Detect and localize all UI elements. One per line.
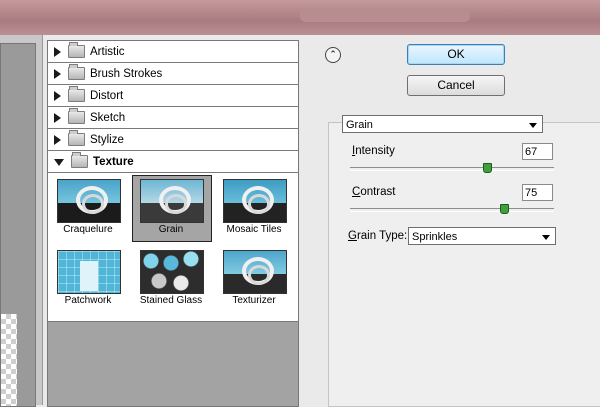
thumbnail-label: Mosaic Tiles: [226, 224, 282, 235]
grain-type-select-value: Sprinkles: [412, 231, 458, 243]
contrast-slider[interactable]: [350, 208, 554, 212]
folder-icon: [68, 130, 85, 146]
settings-area: ⌃ OK Cancel Grain Intensity 67 Contrast …: [310, 40, 600, 407]
filter-browser: Artistic Brush Strokes Distort Sketch St…: [47, 40, 299, 407]
expand-triangle-icon[interactable]: [54, 90, 61, 101]
thumbnail-mosaic-tiles[interactable]: Mosaic Tiles: [214, 175, 294, 245]
preview-image[interactable]: [0, 43, 36, 407]
folder-icon: [68, 42, 85, 58]
thumbnail-image: [140, 250, 204, 294]
thumbnail-stained-glass[interactable]: Stained Glass: [131, 246, 211, 316]
grain-type-select[interactable]: Sprinkles: [408, 227, 556, 245]
ok-button[interactable]: OK: [407, 44, 505, 65]
thumbnail-image: [223, 179, 287, 223]
intensity-field[interactable]: 67: [522, 143, 553, 160]
category-stylize[interactable]: Stylize: [48, 129, 298, 151]
intensity-slider-thumb[interactable]: [483, 163, 493, 173]
thumbnail-patchwork[interactable]: Patchwork: [48, 246, 128, 316]
dialog-title-bar: [0, 0, 600, 35]
expand-triangle-icon[interactable]: [54, 68, 61, 79]
thumbnail-texturizer[interactable]: Texturizer: [214, 246, 294, 316]
thumbnail-image: [223, 250, 287, 294]
category-label: Sketch: [90, 111, 126, 124]
dropdown-arrow-icon: [529, 123, 537, 128]
category-label: Brush Strokes: [90, 67, 163, 80]
contrast-field[interactable]: 75: [522, 184, 553, 201]
thumbnail-label: Stained Glass: [139, 295, 203, 306]
thumbnail-label: Grain: [158, 224, 184, 235]
double-chevron-up-icon[interactable]: ⌃: [325, 47, 341, 63]
folder-icon: [68, 64, 85, 80]
contrast-slider-thumb[interactable]: [499, 204, 509, 214]
folder-open-icon: [71, 152, 88, 168]
category-texture[interactable]: Texture: [48, 151, 298, 173]
category-sketch[interactable]: Sketch: [48, 107, 298, 129]
filter-settings-panel: Grain Intensity 67 Contrast 75 Grain Typ…: [328, 115, 600, 407]
category-brush-strokes[interactable]: Brush Strokes: [48, 63, 298, 85]
expand-triangle-icon[interactable]: [54, 112, 61, 123]
dropdown-arrow-icon: [542, 235, 550, 240]
category-label: Artistic: [90, 45, 125, 58]
intensity-label: Intensity: [352, 145, 395, 157]
category-artistic[interactable]: Artistic: [48, 41, 298, 63]
folder-icon: [68, 86, 85, 102]
thumbnail-label: Texturizer: [232, 295, 276, 306]
thumbnail-image: [140, 179, 204, 223]
thumbnail-image: [57, 179, 121, 223]
folder-icon: [68, 108, 85, 124]
grain-type-label: Grain Type:: [348, 230, 408, 242]
category-label: Texture: [93, 155, 134, 168]
thumbnail-label: Craquelure: [63, 224, 113, 235]
thumbnail-image: [57, 250, 121, 294]
thumbnail-grain[interactable]: Grain: [131, 175, 212, 245]
transparency-checkerboard: [1, 314, 17, 406]
expand-triangle-icon[interactable]: [54, 134, 61, 145]
category-distort[interactable]: Distort: [48, 85, 298, 107]
thumbnail-label: Patchwork: [64, 295, 112, 306]
thumbnail-craquelure[interactable]: Craquelure: [48, 175, 128, 245]
cancel-button[interactable]: Cancel: [407, 75, 505, 96]
filter-select[interactable]: Grain: [342, 115, 543, 133]
intensity-slider[interactable]: [350, 167, 554, 171]
category-label: Distort: [90, 89, 124, 102]
filter-select-value: Grain: [346, 119, 373, 131]
contrast-label: Contrast: [352, 186, 396, 198]
collapse-triangle-icon[interactable]: [54, 159, 64, 166]
category-label: Stylize: [90, 133, 124, 146]
texture-thumbnail-grid: Craquelure Grain Mosaic Tiles Patchwork: [48, 173, 298, 322]
expand-triangle-icon[interactable]: [54, 46, 61, 57]
preview-area: [0, 35, 43, 407]
